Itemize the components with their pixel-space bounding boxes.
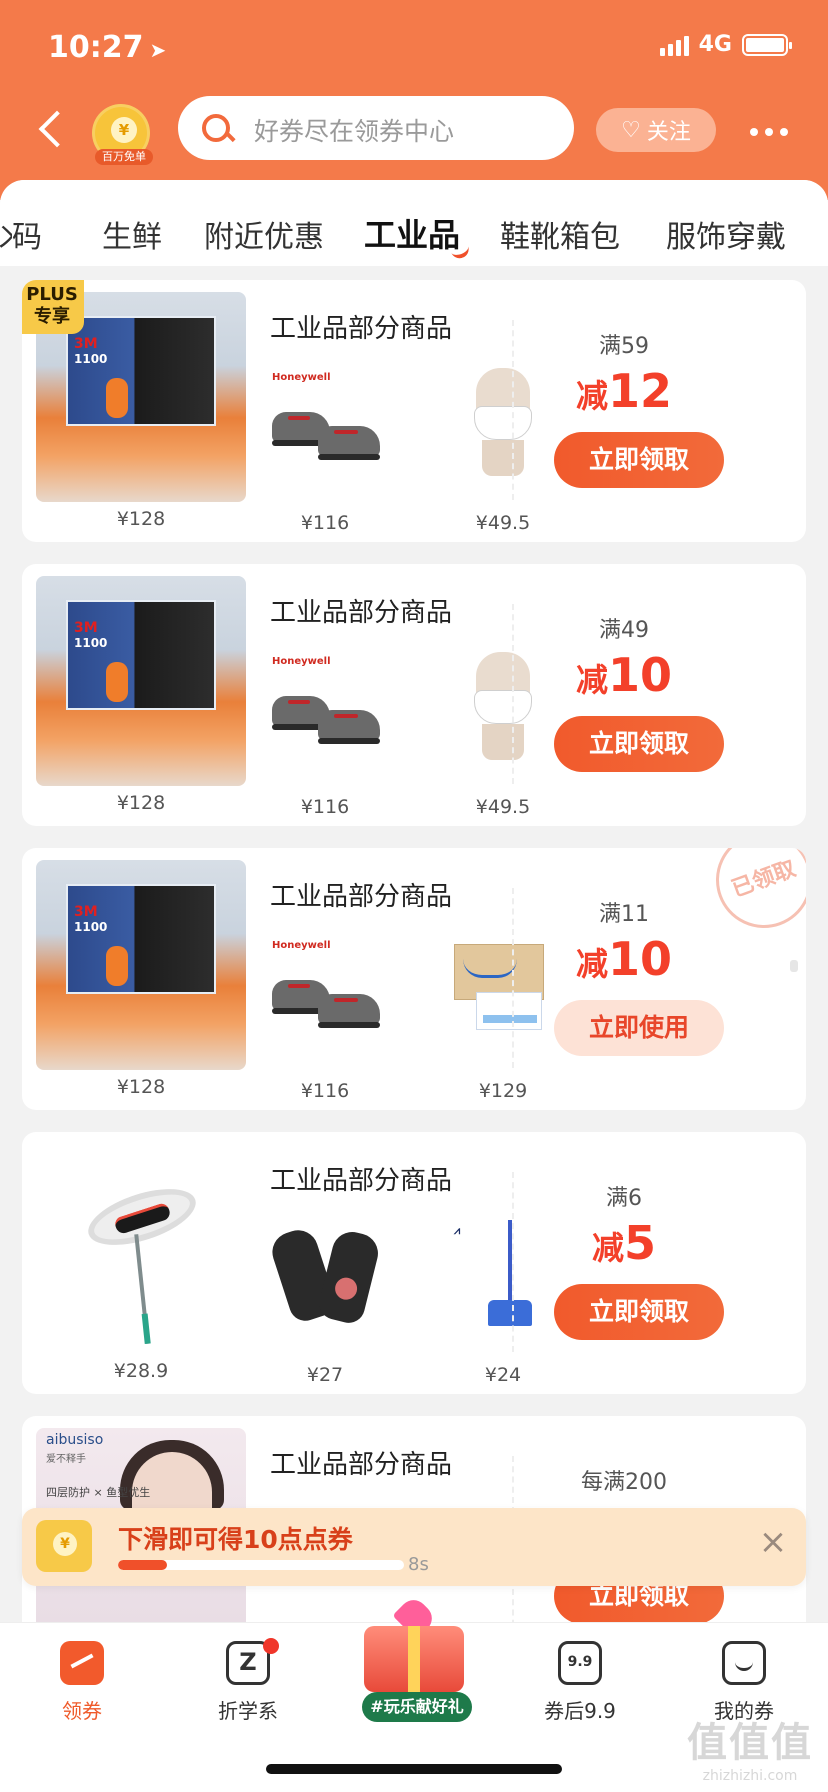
discount-prefix: 减	[575, 661, 608, 699]
follow-button[interactable]: ♡ 关注	[596, 108, 716, 152]
discount-prefix: 减	[575, 945, 608, 983]
product-image-earplugs[interactable]: 3M 1100	[36, 576, 246, 786]
item-price: ¥116	[300, 796, 350, 818]
heart-icon: ♡	[621, 117, 641, 143]
discount-amount: 12	[608, 364, 673, 418]
coupon-icon	[60, 1641, 104, 1685]
use-button[interactable]: 立即使用	[554, 1000, 724, 1056]
network-label: 4G	[698, 32, 732, 57]
tab-nearby[interactable]: 附近优惠	[204, 212, 324, 256]
coupon-offer: 满6 减5 立即领取	[514, 1132, 734, 1394]
coupon-condition: 满59	[599, 334, 649, 359]
tab-coupons[interactable]: 领券	[22, 1641, 142, 1724]
discount-prefix: 减	[591, 1229, 624, 1267]
card-title: 工业品部分商品	[270, 1166, 453, 1196]
main-price: ¥128	[116, 508, 166, 530]
status-bar: 10:27 ➤ 4G	[48, 30, 792, 70]
plus-badge: PLUS 专享	[22, 280, 84, 334]
item-price: ¥27	[306, 1364, 344, 1386]
coupon-offer: 满11 减10 立即使用	[514, 848, 734, 1110]
coupon-condition: 满11	[599, 902, 649, 927]
discount-prefix: 减	[575, 377, 608, 415]
search-placeholder: 好券尽在领券中心	[254, 117, 455, 146]
product-image-duster[interactable]	[36, 1144, 246, 1354]
tab-after-coupon-99[interactable]: 券后9.9	[520, 1641, 640, 1724]
z-icon	[226, 1638, 279, 1685]
discount-amount: 10	[608, 648, 673, 702]
coupon-card[interactable]: 3M 1100 ¥128 工业品部分商品 Honeywell ¥116 ¥129 …	[22, 848, 806, 1110]
claim-button[interactable]: 立即领取	[554, 432, 724, 488]
free-order-badge[interactable]: ¥ 百万免单	[92, 104, 153, 165]
claim-button[interactable]: 立即领取	[554, 716, 724, 772]
header: 10:27 ➤ 4G ¥ 百万免单 好券尽在领券中心 ♡ 关注	[0, 0, 828, 200]
card-title: 工业品部分商品	[270, 314, 453, 344]
promo-label: #玩乐献好礼	[362, 1692, 472, 1722]
product-thumb-shoes[interactable]: Honeywell	[270, 368, 380, 478]
toast-progress	[118, 1560, 404, 1570]
price-99-icon	[558, 1641, 602, 1685]
main-price: ¥128	[116, 1076, 166, 1098]
tab-zhexuexi[interactable]: 折学系	[188, 1638, 308, 1724]
card-title: 工业品部分商品	[270, 1450, 453, 1480]
tab-partial[interactable]: ㄨ码	[0, 212, 42, 256]
gift-icon	[364, 1626, 464, 1692]
item-price: ¥116	[300, 512, 350, 534]
back-button[interactable]	[34, 108, 64, 152]
coupon-condition: 满49	[599, 618, 649, 643]
product-slogan: 四层防护 × 鱼型优生	[46, 1486, 151, 1499]
product-image-earplugs[interactable]: 3M 1100	[36, 860, 246, 1070]
product-thumb-shoes[interactable]: Honeywell	[270, 652, 380, 762]
reward-toast: 下滑即可得10点点券 8s ×	[22, 1508, 806, 1586]
discount-amount: 10	[608, 932, 673, 986]
tab-industrial[interactable]: 工业品	[364, 210, 460, 256]
tab-fresh[interactable]: 生鲜	[102, 212, 162, 256]
discount-amount: 5	[624, 1216, 657, 1270]
card-title: 工业品部分商品	[270, 882, 453, 912]
search-icon	[202, 114, 230, 142]
more-icon[interactable]	[750, 128, 788, 136]
item-price: ¥116	[300, 1080, 350, 1102]
coupon-card[interactable]: ¥28.9 工业品部分商品 ¥27 ⩘ ¥24 满6 减5 立即领取	[22, 1132, 806, 1394]
card-title: 工业品部分商品	[270, 598, 453, 628]
main-price: ¥128	[116, 792, 166, 814]
coin-icon: ¥	[111, 117, 137, 143]
main-price: ¥28.9	[113, 1360, 169, 1382]
status-time: 10:27	[48, 30, 144, 65]
search-bar[interactable]: 好券尽在领券中心	[178, 96, 574, 160]
badge-label: 百万免单	[95, 149, 153, 165]
follow-label: 关注	[646, 120, 691, 145]
signal-icon	[659, 34, 689, 56]
coupon-offer: 满49 减10 立即领取	[514, 564, 734, 826]
watermark: 值值值 zhizhizhi.com	[687, 1720, 813, 1784]
product-thumb-shoes[interactable]: Honeywell	[270, 936, 380, 1046]
tab-bags[interactable]: 鞋靴箱包	[500, 212, 620, 256]
coupon-condition: 满6	[606, 1186, 642, 1211]
claim-button[interactable]: 立即领取	[554, 1284, 724, 1340]
product-brand: aibusiso	[46, 1432, 104, 1448]
product-brand-sub: 爱不释手	[46, 1454, 86, 1465]
toast-message: 下滑即可得10点点券	[118, 1525, 353, 1554]
coupon-card[interactable]: 3M 1100 PLUS 专享 ¥128 工业品部分商品 Honeywell ¥1…	[22, 280, 806, 542]
scroll-indicator	[790, 960, 798, 972]
coupon-condition: 每满200	[581, 1470, 667, 1495]
coupon-ticket-icon	[36, 1520, 92, 1572]
location-arrow-icon: ➤	[149, 38, 167, 62]
category-tabs: ㄨ码 生鲜 附近优惠 工业品 鞋靴箱包 服饰穿戴	[0, 180, 828, 266]
tab-apparel[interactable]: 服饰穿戴	[666, 212, 786, 256]
home-indicator[interactable]	[266, 1764, 562, 1774]
product-thumb-gloves[interactable]	[267, 1220, 383, 1330]
center-promo-button[interactable]: #玩乐献好礼	[350, 1594, 480, 1722]
smile-icon	[722, 1641, 766, 1685]
coupon-offer: 满59 减12 立即领取	[514, 280, 734, 542]
notification-dot	[263, 1638, 279, 1654]
battery-icon	[742, 33, 792, 56]
close-icon[interactable]: ×	[756, 1525, 790, 1560]
toast-seconds: 8s	[408, 1554, 429, 1575]
coupon-card[interactable]: 3M 1100 ¥128 工业品部分商品 Honeywell ¥116 ¥49.5…	[22, 564, 806, 826]
